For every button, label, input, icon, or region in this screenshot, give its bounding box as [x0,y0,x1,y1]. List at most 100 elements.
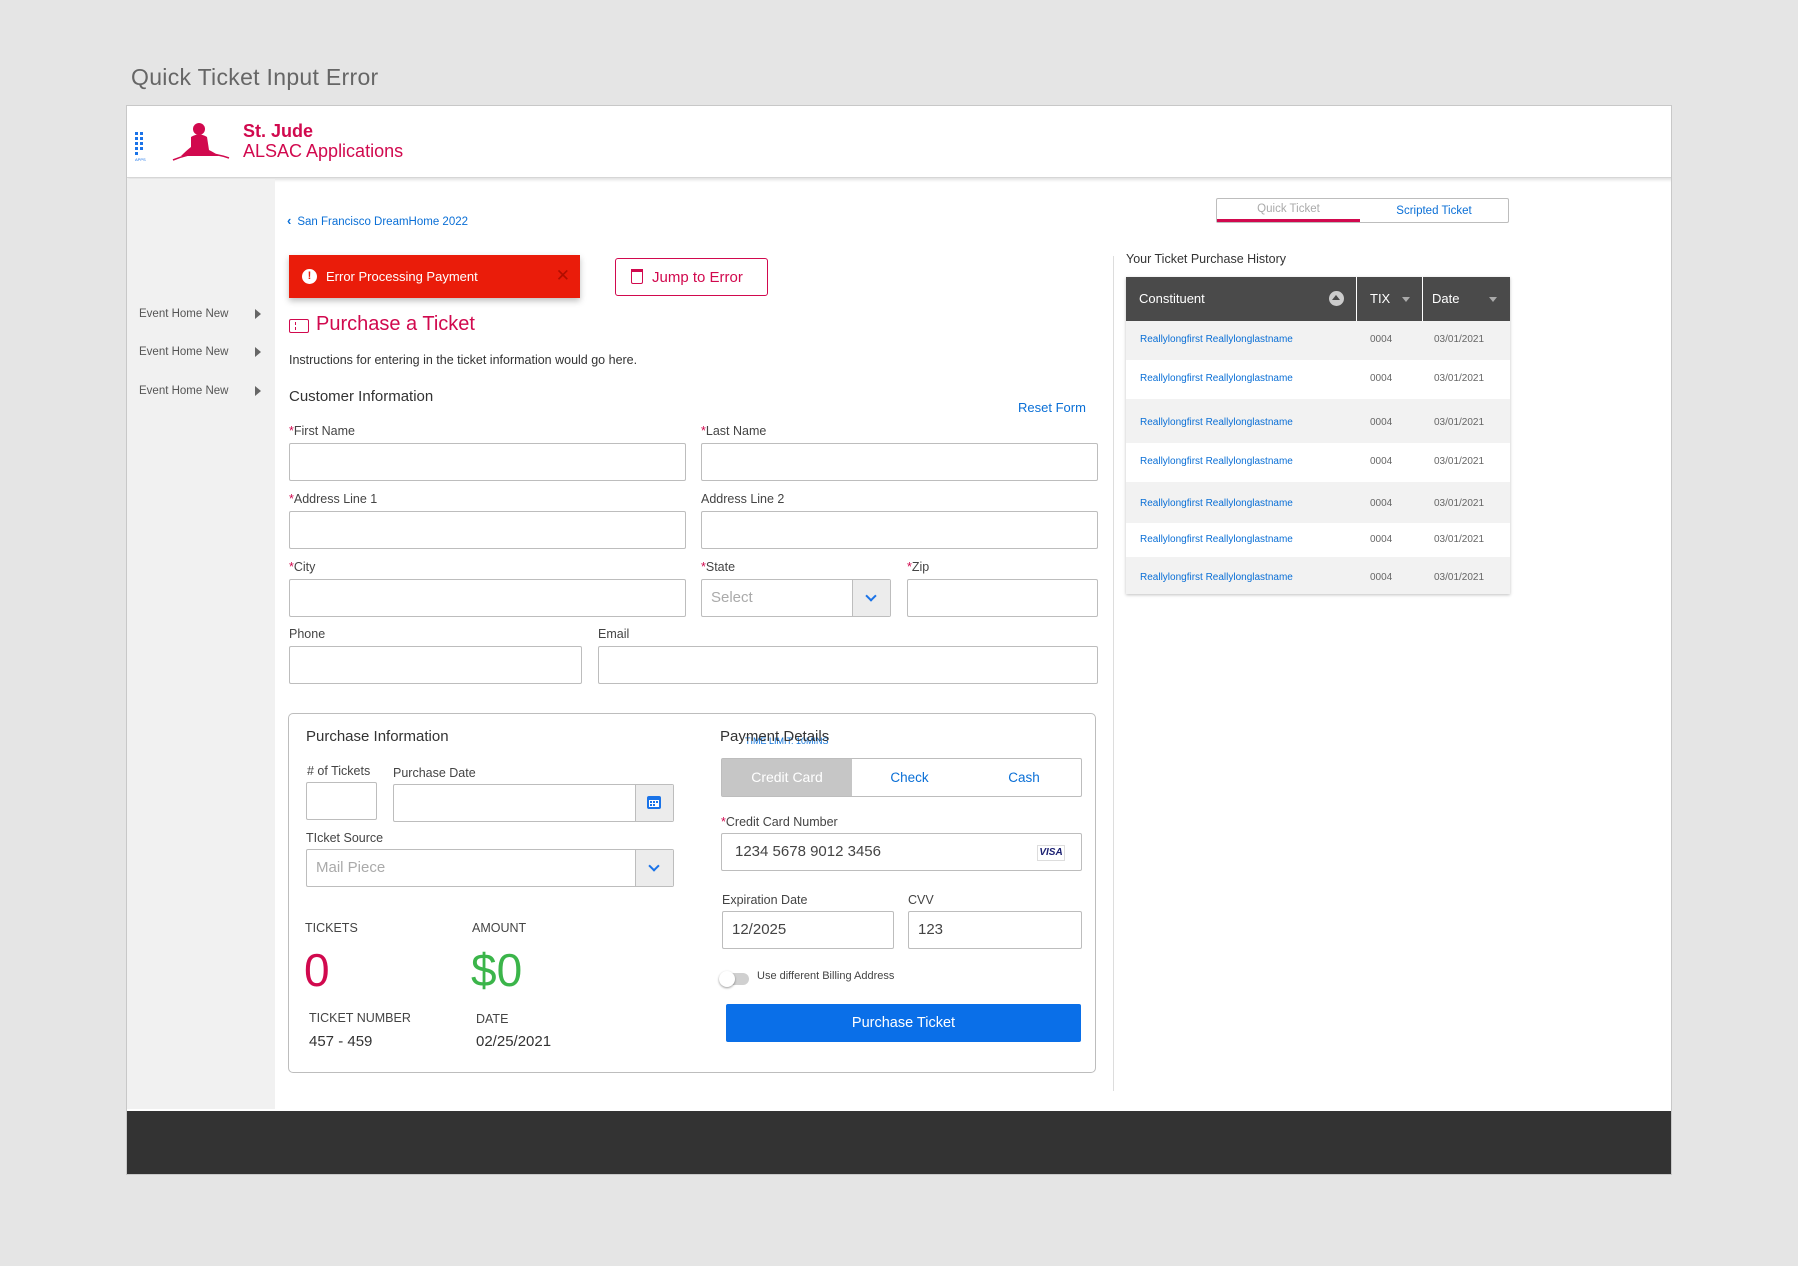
date-value: 02/25/2021 [476,1033,552,1050]
chevron-down-icon [865,590,877,602]
table-row[interactable]: Reallylongfirst Reallylonglastname 0004 … [1126,482,1510,523]
sort-caret-icon[interactable] [1489,297,1497,302]
page-caption: Quick Ticket Input Error [131,64,379,90]
trash-icon [631,269,643,284]
sidebar-item-event-home-2[interactable]: Event Home New [139,346,269,358]
address-line-1-field[interactable] [289,511,686,549]
jump-to-error-button[interactable]: Jump to Error [615,258,768,296]
date-cell: 03/01/2021 [1434,417,1485,428]
state-select[interactable]: Select [701,579,891,617]
address-line-2-field[interactable] [701,511,1098,549]
date-cell: 03/01/2021 [1434,456,1485,467]
address-line-2-label: Address Line 2 [701,492,785,506]
table-row[interactable]: Reallylongfirst Reallylonglastname 0004 … [1126,523,1510,557]
num-tickets-field[interactable] [306,782,377,820]
last-name-label: *Last Name [701,424,767,438]
chevron-left-icon: ‹ [287,213,292,228]
app-footer [127,1111,1671,1174]
sidebar: Event Home New Event Home New Event Home… [127,179,275,1109]
first-name-field[interactable] [289,443,686,481]
billing-address-toggle[interactable] [719,971,749,987]
table-row[interactable]: Reallylongfirst Reallylonglastname 0004 … [1126,399,1510,443]
caret-right-icon [255,386,261,396]
ticket-number-value: 457 - 459 [309,1033,373,1050]
calendar-button[interactable] [635,785,673,821]
panel-divider [1113,256,1114,1091]
visa-icon: VISA [1037,845,1065,861]
purchase-payment-card: Purchase Information TIME LIMIT: 10MINS … [288,713,1096,1073]
constituent-link[interactable]: Reallylongfirst Reallylonglastname [1140,572,1293,583]
calendar-icon [647,796,661,809]
column-header-tix[interactable]: TIX [1357,277,1422,321]
billing-address-toggle-label: Use different Billing Address [757,970,895,982]
constituent-link[interactable]: Reallylongfirst Reallylonglastname [1140,498,1293,509]
phone-field[interactable] [289,646,582,684]
sort-ascending-icon[interactable] [1329,291,1344,306]
purchase-ticket-button[interactable]: Purchase Ticket [726,1004,1081,1042]
alert-icon: ! [302,269,317,284]
amount-label: AMOUNT [472,921,527,935]
sidebar-item-label: Event Home New [139,385,229,397]
state-label: *State [701,560,736,574]
amount-value: $0 [471,944,523,996]
table-row[interactable]: Reallylongfirst Reallylonglastname 0004 … [1126,443,1510,482]
constituent-link[interactable]: Reallylongfirst Reallylonglastname [1140,456,1293,467]
constituent-link[interactable]: Reallylongfirst Reallylonglastname [1140,417,1293,428]
last-name-field[interactable] [701,443,1098,481]
table-row[interactable]: Reallylongfirst Reallylonglastname 0004 … [1126,360,1510,399]
ticket-icon [289,319,309,333]
ticket-source-dropdown-button[interactable] [635,850,673,886]
column-header-label: TIX [1370,291,1391,306]
close-icon[interactable]: ✕ [556,266,570,286]
apps-grid-icon[interactable]: APPS [135,132,149,162]
date-cell: 03/01/2021 [1434,373,1485,384]
date-cell: 03/01/2021 [1434,498,1485,509]
payment-details-heading: Payment Details [720,728,830,745]
error-banner: ! Error Processing Payment ✕ [289,255,580,298]
back-link[interactable]: ‹ San Francisco DreamHome 2022 [287,213,468,228]
expiration-field[interactable]: 12/2025 [722,911,894,949]
sidebar-item-label: Event Home New [139,308,229,320]
num-tickets-label: # of Tickets [307,764,371,778]
constituent-link[interactable]: Reallylongfirst Reallylonglastname [1140,373,1293,384]
ticket-source-select[interactable]: Mail Piece [306,849,674,887]
payment-method-cash[interactable]: Cash [967,759,1081,796]
page-title: Purchase a Ticket [316,313,475,335]
sidebar-item-event-home-3[interactable]: Event Home New [139,385,269,397]
state-dropdown-button[interactable] [852,580,890,616]
jump-to-error-label: Jump to Error [652,269,743,286]
purchase-date-field[interactable] [393,784,674,822]
email-field[interactable] [598,646,1098,684]
cvv-value: 123 [918,921,944,938]
table-row[interactable]: Reallylongfirst Reallylonglastname 0004 … [1126,321,1510,360]
tix-cell: 0004 [1370,534,1393,545]
card-number-label: *Credit Card Number [721,815,838,829]
tab-scripted-ticket[interactable]: Scripted Ticket [1360,199,1508,222]
history-heading: Your Ticket Purchase History [1126,252,1287,266]
sidebar-item-event-home-1[interactable]: Event Home New [139,308,269,320]
history-table: Constituent TIX Date Reallylongfirst Rea… [1126,277,1510,594]
tickets-label: TICKETS [305,921,358,935]
tab-quick-ticket[interactable]: Quick Ticket [1217,199,1360,222]
column-header-date[interactable]: Date [1423,277,1510,321]
date-cell: 03/01/2021 [1434,534,1485,545]
constituent-link[interactable]: Reallylongfirst Reallylonglastname [1140,534,1293,545]
expiration-value: 12/2025 [732,921,787,938]
card-number-field[interactable]: 1234 5678 9012 3456 VISA [721,833,1082,871]
column-header-constituent[interactable]: Constituent [1126,277,1356,321]
payment-method-check[interactable]: Check [852,759,967,796]
city-field[interactable] [289,579,686,617]
first-name-label: *First Name [289,424,355,438]
card-number-value: 1234 5678 9012 3456 [735,843,881,860]
cvv-field[interactable]: 123 [908,911,1082,949]
ticket-source-placeholder: Mail Piece [316,859,386,876]
ticket-number-label: TICKET NUMBER [309,1011,411,1025]
column-header-label: Constituent [1139,291,1205,306]
sort-caret-icon[interactable] [1402,297,1410,302]
payment-method-credit-card[interactable]: Credit Card [722,759,852,796]
tix-cell: 0004 [1370,334,1393,345]
zip-field[interactable] [907,579,1098,617]
table-row[interactable]: Reallylongfirst Reallylonglastname 0004 … [1126,557,1510,594]
constituent-link[interactable]: Reallylongfirst Reallylonglastname [1140,334,1293,345]
reset-form-link[interactable]: Reset Form [1018,400,1086,415]
